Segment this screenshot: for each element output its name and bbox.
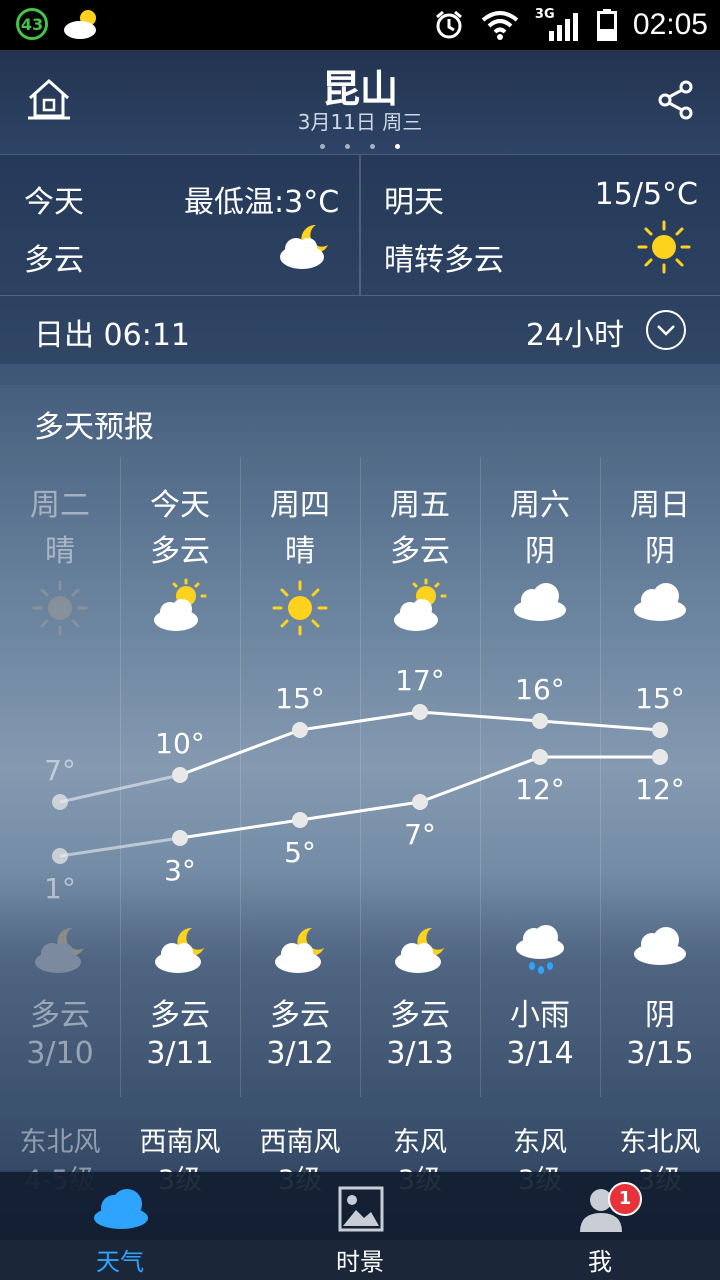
notification-badge: 1	[608, 1182, 642, 1216]
bottom-tab-bar: 天气 时景 1 我	[0, 1172, 720, 1280]
low-temp-line-segment	[59, 836, 181, 858]
low-temp-line-segment	[179, 818, 301, 840]
high-temp-label: 16°	[515, 673, 565, 706]
high-temp-point	[652, 722, 668, 738]
tab-label-me: 我	[588, 1248, 612, 1276]
low-temp-label: 12°	[635, 773, 685, 806]
low-temp-label: 12°	[515, 773, 565, 806]
tab-label-scenery: 时景	[336, 1248, 384, 1276]
high-temp-label: 15°	[635, 682, 685, 715]
tab-scenery[interactable]: 时景	[240, 1172, 480, 1280]
cloud-icon	[94, 1189, 148, 1229]
temperature-chart: 7° 10° 15° 17° 16° 15° 1° 3° 5° 7° 12° 12°	[44, 664, 685, 905]
low-temp-label: 5°	[284, 836, 316, 869]
low-temp-point	[532, 749, 548, 765]
low-temp-label: 7°	[404, 818, 436, 851]
high-temp-line-segment	[539, 719, 661, 732]
high-temp-line-segment	[59, 773, 181, 804]
low-temp-point	[172, 830, 188, 846]
picture-icon	[338, 1186, 384, 1232]
high-temp-label: 7°	[44, 754, 76, 787]
high-temp-point	[412, 704, 428, 720]
high-temp-point	[532, 713, 548, 729]
low-temp-point	[292, 812, 308, 828]
low-temp-label: 3°	[164, 854, 196, 887]
tab-weather[interactable]: 天气	[0, 1172, 240, 1280]
high-temp-line-segment	[419, 710, 541, 723]
high-temp-point	[292, 722, 308, 738]
low-temp-line-segment	[299, 800, 421, 822]
high-temp-label: 17°	[395, 664, 445, 697]
tab-me[interactable]: 1 我	[480, 1172, 720, 1280]
high-temp-point	[172, 767, 188, 783]
high-temp-point	[52, 794, 68, 810]
high-temp-label: 10°	[155, 727, 205, 760]
low-temp-point	[52, 848, 68, 864]
low-temp-point	[412, 794, 428, 810]
low-temp-point	[652, 749, 668, 765]
tab-label-weather: 天气	[96, 1248, 144, 1276]
low-temp-label: 1°	[44, 872, 76, 905]
high-temp-label: 15°	[275, 682, 325, 715]
